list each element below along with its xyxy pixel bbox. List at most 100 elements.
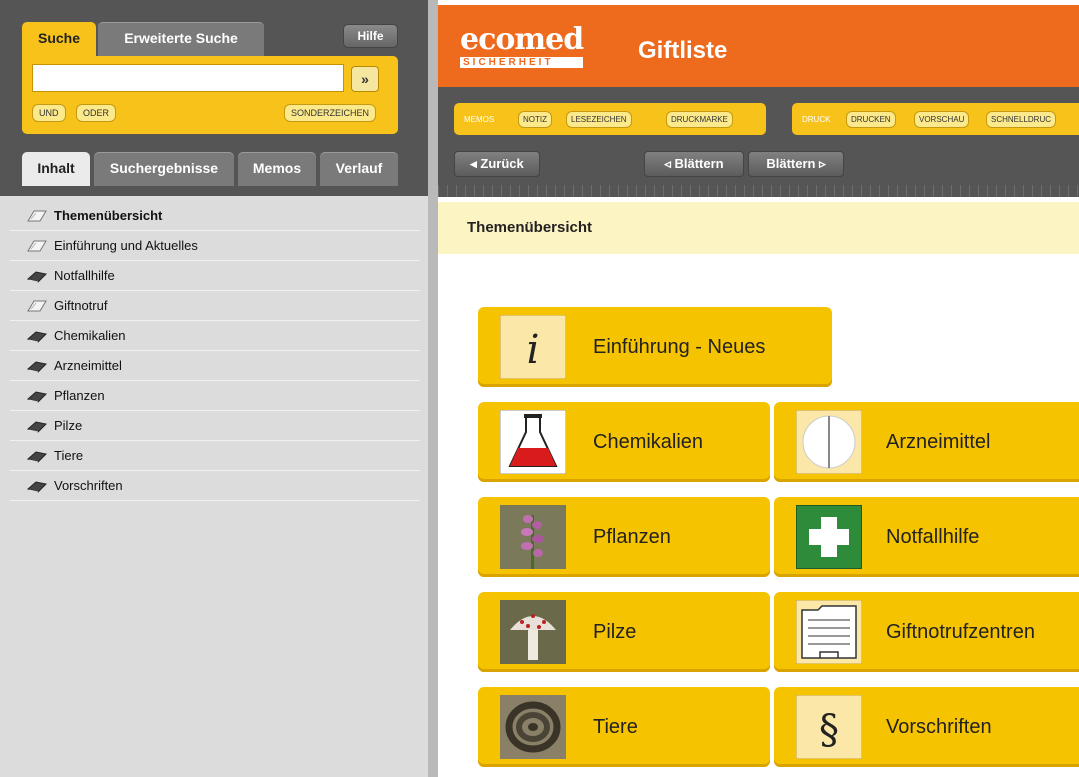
bookmark-button[interactable]: LESEZEICHEN: [566, 111, 632, 128]
tile-label: Einführung - Neues: [593, 336, 766, 358]
breadcrumb: Themenübersicht: [438, 202, 1079, 254]
tab-history[interactable]: Verlauf: [320, 152, 398, 186]
tile-chemicals[interactable]: Chemikalien: [478, 402, 770, 482]
note-button[interactable]: NOTIZ: [518, 111, 552, 128]
nav-item-label: Vorschriften: [54, 478, 123, 493]
book-closed-icon: [26, 390, 48, 403]
search-panel: » UND ODER SONDERZEICHEN: [22, 56, 398, 134]
nav-item-drugs[interactable]: Arzneimittel: [10, 351, 420, 381]
first-aid-icon: [796, 505, 862, 569]
nav-item-fungi[interactable]: Pilze: [10, 411, 420, 441]
tile-introduction[interactable]: i Einführung - Neues: [478, 307, 832, 387]
book-closed-icon: [26, 360, 48, 373]
book-open-icon: [27, 240, 47, 251]
pill-icon: [796, 410, 862, 474]
nav-item-regulations[interactable]: Vorschriften: [10, 471, 420, 501]
tile-label: Chemikalien: [593, 431, 704, 453]
nav-item-label: Giftnotruf: [54, 298, 108, 313]
tile-label: Vorschriften: [886, 716, 992, 738]
ecomed-logo: ecomed SICHERHEIT: [460, 22, 584, 68]
tab-memos[interactable]: Memos: [238, 152, 316, 186]
search-input[interactable]: [32, 64, 344, 92]
nav-item-label: Chemikalien: [54, 328, 126, 343]
phone-book-icon: [796, 600, 862, 664]
special-chars-button[interactable]: SONDERZEICHEN: [284, 104, 377, 122]
book-closed-icon: [26, 270, 48, 283]
or-button[interactable]: ODER: [76, 104, 117, 122]
nav-item-first-aid[interactable]: Notfallhilfe: [10, 261, 420, 291]
toolbar: MEMOS NOTIZ LESEZEICHEN DRUCKMARKE DRUCK…: [438, 87, 1079, 197]
book-open-icon: [27, 210, 47, 221]
nav-item-label: Notfallhilfe: [54, 268, 115, 283]
back-button[interactable]: ◂ Zurück: [454, 151, 540, 177]
search-go-button[interactable]: »: [351, 66, 379, 92]
tab-search[interactable]: Suche: [22, 22, 96, 56]
ruler: [438, 185, 1079, 197]
logo-text: ecomed: [460, 22, 584, 57]
tile-label: Notfallhilfe: [886, 526, 980, 548]
tab-contents[interactable]: Inhalt: [22, 152, 90, 186]
book-closed-icon: [26, 330, 48, 343]
info-icon: i: [500, 315, 566, 379]
section-glyph: §: [819, 707, 839, 753]
quick-print-button[interactable]: SCHNELLDRUC: [986, 111, 1057, 128]
tile-label: Giftnotrufzentren: [886, 621, 1035, 643]
page-prev-button[interactable]: ◃ Blättern: [644, 151, 744, 177]
app-title: Giftliste: [638, 37, 728, 64]
nav-item-poison-hotline[interactable]: Giftnotruf: [10, 291, 420, 321]
nav-item-label: Tiere: [54, 448, 84, 463]
tile-label: Arzneimittel: [886, 431, 991, 453]
tile-animals[interactable]: Tiere: [478, 687, 770, 767]
plant-icon: [500, 505, 566, 569]
help-button[interactable]: Hilfe: [343, 24, 398, 48]
book-closed-icon: [26, 480, 48, 493]
nav-item-plants[interactable]: Pflanzen: [10, 381, 420, 411]
book-closed-icon: [26, 420, 48, 433]
nav-item-chemicals[interactable]: Chemikalien: [10, 321, 420, 351]
tile-poison-centers[interactable]: Giftnotrufzentren: [774, 592, 1079, 672]
flask-icon: [500, 410, 566, 474]
nav-item-label: Pflanzen: [54, 388, 105, 403]
section-sign-icon: §: [796, 695, 862, 759]
app-header: ecomed SICHERHEIT Giftliste: [438, 5, 1079, 87]
nav-item-topic-overview[interactable]: Themenübersicht: [10, 201, 420, 231]
tile-label: Tiere: [593, 716, 638, 738]
content-pane: ecomed SICHERHEIT Giftliste MEMOS NOTIZ …: [438, 0, 1079, 777]
logo-subtitle: SICHERHEIT: [460, 57, 584, 68]
mushroom-icon: [500, 600, 566, 664]
tile-label: Pflanzen: [593, 526, 671, 548]
tile-first-aid[interactable]: Notfallhilfe: [774, 497, 1079, 577]
book-closed-icon: [26, 450, 48, 463]
app-window: Suche Erweiterte Suche Hilfe » UND ODER …: [0, 0, 1079, 777]
left-pane: Suche Erweiterte Suche Hilfe » UND ODER …: [0, 0, 428, 777]
tile-fungi[interactable]: Pilze: [478, 592, 770, 672]
tab-advanced-search[interactable]: Erweiterte Suche: [98, 22, 264, 56]
nav-item-label: Einführung und Aktuelles: [54, 238, 198, 253]
preview-button[interactable]: VORSCHAU: [914, 111, 970, 128]
tile-regulations[interactable]: § Vorschriften: [774, 687, 1079, 767]
nav-item-label: Pilze: [54, 418, 83, 433]
nav-item-introduction[interactable]: Einführung und Aktuelles: [10, 231, 420, 261]
nav-item-label: Themenübersicht: [54, 208, 163, 223]
tab-search-results[interactable]: Suchergebnisse: [94, 152, 234, 186]
info-glyph: i: [527, 327, 540, 373]
print-group: DRUCK DRUCKEN VORSCHAU SCHNELLDRUC: [792, 103, 1079, 135]
search-area: Suche Erweiterte Suche Hilfe » UND ODER …: [0, 0, 428, 196]
print-mark-button[interactable]: DRUCKMARKE: [666, 111, 733, 128]
breadcrumb-current: Themenübersicht: [467, 219, 593, 236]
snake-icon: [500, 695, 566, 759]
pane-divider[interactable]: [428, 0, 438, 777]
print-button[interactable]: DRUCKEN: [846, 111, 896, 128]
topic-tree: Themenübersicht Einführung und Aktuelles…: [10, 201, 420, 501]
memos-group-label: MEMOS: [464, 115, 495, 124]
page-next-button[interactable]: Blättern ▹: [748, 151, 844, 177]
tile-plants[interactable]: Pflanzen: [478, 497, 770, 577]
tile-label: Pilze: [593, 621, 637, 643]
book-open-icon: [27, 300, 47, 311]
and-button[interactable]: UND: [32, 104, 66, 122]
memos-group: MEMOS NOTIZ LESEZEICHEN DRUCKMARKE: [454, 103, 766, 135]
nav-item-label: Arzneimittel: [54, 358, 122, 373]
print-group-label: DRUCK: [802, 115, 831, 124]
nav-item-animals[interactable]: Tiere: [10, 441, 420, 471]
tile-drugs[interactable]: Arzneimittel: [774, 402, 1079, 482]
